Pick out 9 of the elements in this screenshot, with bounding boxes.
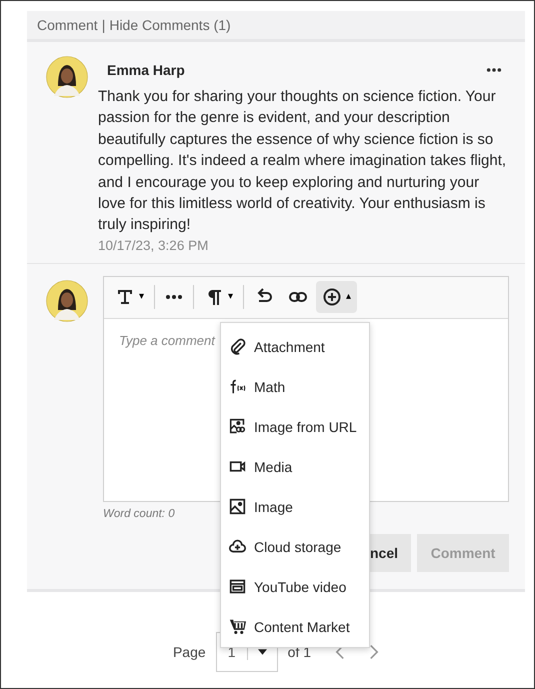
comment-date: 10/17/23, 3:26 PM [98,238,210,253]
caret-icon: ▴ [346,292,351,302]
caret-icon: ▾ [228,292,233,302]
author-name: Emma Harp [107,62,185,78]
separator-text: | [102,17,106,33]
page-label: Page [172,644,206,660]
caret-icon: ▾ [139,292,144,302]
comment-text: Thank you for sharing your thoughts on science fiction. Your passion for the genre is evident, and your description beautifully captures the essence of why science fiction is so compelling. It's indeed a realm where imagination takes flight, and I encourage you to keep exploring and nurturing your love for this limitless world of creativity. Your enthusiasm is truly inspiring! [98,87,508,236]
word-count: Word count: 0 [103,508,175,520]
